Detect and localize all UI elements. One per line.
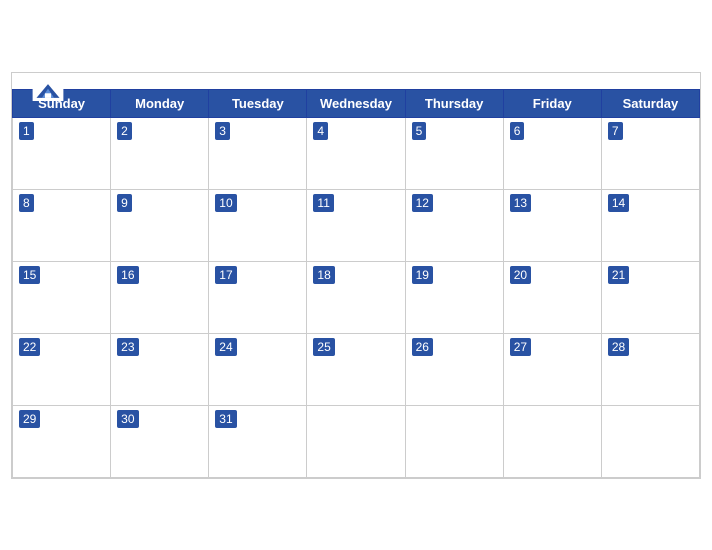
logo-area (32, 81, 64, 101)
day-number: 29 (19, 410, 40, 429)
calendar-day-cell: 29 (13, 405, 111, 477)
calendar-day-cell: 21 (601, 261, 699, 333)
day-number: 15 (19, 266, 40, 285)
day-number: 20 (510, 266, 531, 285)
calendar-day-cell: 24 (209, 333, 307, 405)
calendar-day-cell: 2 (111, 117, 209, 189)
calendar-day-cell: 4 (307, 117, 405, 189)
day-number: 26 (412, 338, 433, 357)
day-number: 22 (19, 338, 40, 357)
calendar-header (12, 73, 700, 89)
calendar-week-row: 29 30 31 (13, 405, 700, 477)
day-number: 27 (510, 338, 531, 357)
day-number: 14 (608, 194, 629, 213)
day-number: 1 (19, 122, 34, 141)
day-number: 3 (215, 122, 230, 141)
weekday-header-saturday: Saturday (601, 89, 699, 117)
day-number: 11 (313, 194, 333, 213)
calendar-day-cell: 31 (209, 405, 307, 477)
day-number: 24 (215, 338, 236, 357)
calendar-week-row: 15 16 17 18 19 20 21 (13, 261, 700, 333)
calendar-day-cell: 28 (601, 333, 699, 405)
calendar-day-cell: 30 (111, 405, 209, 477)
day-number: 23 (117, 338, 138, 357)
day-number: 9 (117, 194, 132, 213)
calendar-day-cell: 14 (601, 189, 699, 261)
calendar-day-cell: 1 (13, 117, 111, 189)
calendar-day-cell (601, 405, 699, 477)
calendar-day-cell: 12 (405, 189, 503, 261)
calendar-day-cell: 16 (111, 261, 209, 333)
weekday-header-row: SundayMondayTuesdayWednesdayThursdayFrid… (13, 89, 700, 117)
calendar-day-cell: 8 (13, 189, 111, 261)
day-number: 8 (19, 194, 34, 213)
calendar-day-cell: 15 (13, 261, 111, 333)
calendar-day-cell (307, 405, 405, 477)
calendar-day-cell: 13 (503, 189, 601, 261)
weekday-header-tuesday: Tuesday (209, 89, 307, 117)
weekday-header-wednesday: Wednesday (307, 89, 405, 117)
day-number: 6 (510, 122, 525, 141)
calendar-day-cell: 6 (503, 117, 601, 189)
weekday-header-monday: Monday (111, 89, 209, 117)
calendar-day-cell (405, 405, 503, 477)
calendar-week-row: 8 9 10 11 12 13 14 (13, 189, 700, 261)
calendar-day-cell: 23 (111, 333, 209, 405)
day-number: 30 (117, 410, 138, 429)
day-number: 4 (313, 122, 328, 141)
calendar-day-cell (503, 405, 601, 477)
day-number: 7 (608, 122, 623, 141)
day-number: 18 (313, 266, 334, 285)
calendar-day-cell: 5 (405, 117, 503, 189)
calendar-day-cell: 26 (405, 333, 503, 405)
calendar-day-cell: 9 (111, 189, 209, 261)
day-number: 10 (215, 194, 236, 213)
day-number: 13 (510, 194, 531, 213)
day-number: 31 (215, 410, 236, 429)
calendar-day-cell: 17 (209, 261, 307, 333)
day-number: 5 (412, 122, 427, 141)
calendar-day-cell: 27 (503, 333, 601, 405)
day-number: 25 (313, 338, 334, 357)
calendar-day-cell: 7 (601, 117, 699, 189)
generalblue-logo-icon (32, 81, 64, 101)
calendar-grid: SundayMondayTuesdayWednesdayThursdayFrid… (12, 89, 700, 478)
calendar-day-cell: 18 (307, 261, 405, 333)
calendar-day-cell: 22 (13, 333, 111, 405)
day-number: 16 (117, 266, 138, 285)
calendar-day-cell: 19 (405, 261, 503, 333)
day-number: 21 (608, 266, 629, 285)
calendar-week-row: 1 2 3 4 5 6 7 (13, 117, 700, 189)
day-number: 12 (412, 194, 433, 213)
calendar-day-cell: 25 (307, 333, 405, 405)
calendar-week-row: 22 23 24 25 26 27 28 (13, 333, 700, 405)
day-number: 28 (608, 338, 629, 357)
calendar-day-cell: 3 (209, 117, 307, 189)
day-number: 2 (117, 122, 132, 141)
calendar-day-cell: 11 (307, 189, 405, 261)
day-number: 17 (215, 266, 236, 285)
weekday-header-thursday: Thursday (405, 89, 503, 117)
day-number: 19 (412, 266, 433, 285)
calendar-container: SundayMondayTuesdayWednesdayThursdayFrid… (11, 72, 701, 479)
weekday-header-friday: Friday (503, 89, 601, 117)
calendar-day-cell: 10 (209, 189, 307, 261)
calendar-day-cell: 20 (503, 261, 601, 333)
